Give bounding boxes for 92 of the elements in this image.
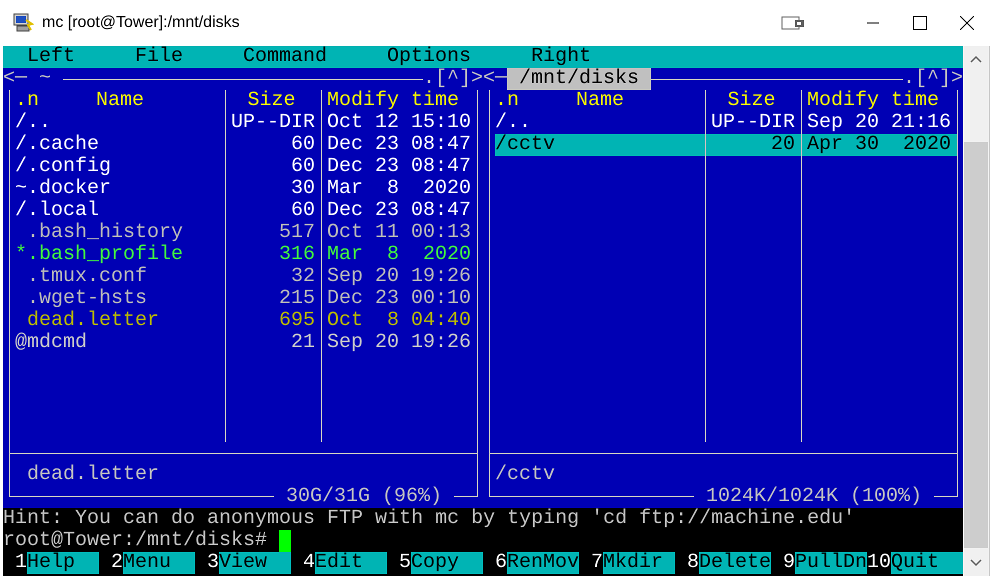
file-name: .wget-hsts [15,288,226,310]
file-name: /.. [15,112,226,134]
key-number: 8 [686,552,699,574]
key-number: 3 [206,552,219,574]
free-space: 30G/31G (96%) [284,486,443,508]
file-size: 21 [226,332,322,354]
text-cursor [279,530,292,552]
column-header[interactable]: .n [495,90,520,112]
key-number: 9 [782,552,795,574]
file-name: @mdcmd [15,332,226,354]
file-row[interactable]: /cctv 20 Apr 30 2020 [495,134,957,156]
free-space: 1024K/1024K (100%) [704,486,923,508]
file-name: *.bash_profile [15,244,226,266]
shell-prompt: root@Tower:/mnt/disks# [3,530,268,552]
function-key[interactable]: Mkdir [603,552,675,574]
panel-path: ~ [38,68,52,90]
scrollbar-thumb[interactable] [964,142,988,548]
chevron-down-icon [970,559,982,567]
computer-icon [12,12,34,34]
panel-history-marker[interactable]: <─ [3,68,28,90]
column-header[interactable]: Modify time [322,90,477,112]
file-name: ~.docker [15,178,226,200]
mini-status: /cctv [495,463,556,486]
panel-menu-marker[interactable]: .[^]> [902,68,963,90]
key-number: 10 [867,552,891,574]
column-header[interactable]: Size [226,90,322,112]
menu-item[interactable]: Left [27,46,76,68]
modify-time: Apr 30 2020 [806,134,952,156]
function-key[interactable]: Help [27,552,99,574]
file-name: /.local [15,200,226,222]
key-number: 7 [590,552,603,574]
column-header[interactable]: Name [96,90,144,112]
file-name: /.cache [15,134,226,156]
function-key[interactable]: Edit [315,552,387,574]
file-size: UP--DIR [226,112,322,134]
panel-history-marker[interactable]: <─ [483,68,508,90]
window-title: mc [root@Tower]:/mnt/disks [42,14,241,32]
modify-time: Mar 8 2020 [326,178,472,200]
menu-item[interactable]: Options [387,46,472,68]
file-size: 60 [226,156,322,178]
close-icon [960,16,974,30]
menu-item[interactable]: Right [531,46,592,68]
menu-item[interactable]: Command [243,46,328,68]
key-number: 2 [110,552,123,574]
file-size: 215 [226,288,322,310]
file-name: .tmux.conf [15,266,226,288]
file-size: 695 [226,310,322,332]
key-number: 5 [398,552,411,574]
function-key[interactable]: Menu [123,552,195,574]
maximize-icon [913,16,927,30]
column-header[interactable]: Modify time [802,90,957,112]
menu-item[interactable]: File [135,46,184,68]
function-key[interactable]: RenMov [506,552,579,574]
file-name: .bash_history [15,222,226,244]
file-size: 316 [226,244,322,266]
file-size: 60 [226,200,322,222]
file-name: /cctv [495,134,706,156]
function-key[interactable]: PullDn [794,552,867,574]
modify-time: Sep 20 21:16 [806,112,952,134]
tablet-icon[interactable] [781,15,805,31]
hint-text: Hint: You can do anonymous FTP with mc by typing 'cd ftp://machine.edu' [3,507,856,530]
file-size: 60 [226,134,322,156]
file-name: /.config [15,156,226,178]
modify-time: Dec 23 08:47 [326,200,472,222]
modify-time: Oct 8 04:40 [326,310,472,332]
file-size: 517 [226,222,322,244]
modify-time: Oct 11 00:13 [326,222,472,244]
modify-time: Dec 23 08:47 [326,156,472,178]
mini-status: dead.letter [26,463,160,486]
column-header[interactable]: Name [576,90,624,112]
file-size: 30 [226,178,322,200]
function-key[interactable]: Quit [891,552,963,574]
file-size: 20 [706,134,802,156]
modify-time: Dec 23 08:47 [326,134,472,156]
function-key[interactable]: Delete [698,552,771,574]
modify-time: Dec 23 00:10 [326,288,472,310]
function-key[interactable]: Copy [411,552,483,574]
file-name: dead.letter [15,310,226,332]
chevron-up-icon [970,55,982,63]
key-number: 4 [302,552,315,574]
modify-time: Oct 12 15:10 [326,112,472,134]
panel-menu-marker[interactable]: .[^]> [422,68,483,90]
function-key[interactable]: View [219,552,291,574]
column-header[interactable]: Size [706,90,802,112]
modify-time: Mar 8 2020 [326,244,472,266]
column-header[interactable]: .n [15,90,40,112]
panel-path: /mnt/disks [507,68,652,90]
file-size: 32 [226,266,322,288]
key-number: 6 [494,552,507,574]
key-number: 1 [14,552,27,574]
modify-time: Sep 20 19:26 [326,266,472,288]
modify-time: Sep 20 19:26 [326,332,472,354]
